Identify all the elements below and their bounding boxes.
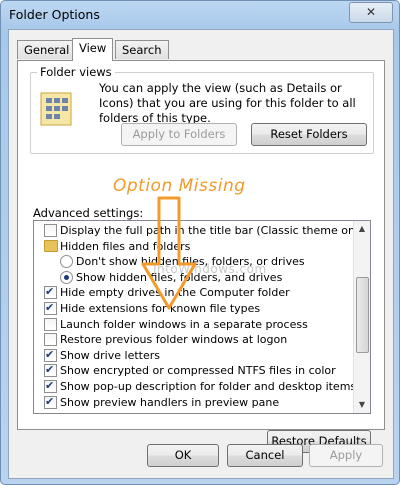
folder-views-description: You can apply the view (such as Details … <box>99 81 356 125</box>
advanced-settings-list[interactable]: Display the full path in the title bar (… <box>33 220 371 414</box>
checkbox[interactable] <box>44 347 57 362</box>
advanced-setting-label: Show drive letters <box>60 348 160 362</box>
checkbox[interactable] <box>44 317 57 331</box>
folder-views-icon <box>40 92 72 126</box>
checkbox[interactable] <box>44 362 57 378</box>
tab-search[interactable]: Search <box>115 40 169 59</box>
down-arrow-annotation <box>141 196 197 310</box>
folder-views-group: Folder views You can apply the view (suc… <box>30 65 374 154</box>
radio-button[interactable] <box>60 255 73 269</box>
window-title: Folder Options <box>9 7 100 22</box>
folder-views-label: Folder views <box>37 65 115 79</box>
radio-button[interactable] <box>60 270 73 284</box>
dialog-client: General View Search Folder views You can… <box>8 29 394 479</box>
ok-button[interactable]: OK <box>147 444 219 467</box>
checkbox[interactable] <box>44 378 57 393</box>
option-missing-annotation: Option Missing <box>113 176 246 196</box>
apply-button[interactable]: Apply <box>309 444 383 467</box>
folder-icon <box>44 239 58 252</box>
advanced-setting-label: Show encrypted or compressed NTFS files … <box>60 364 336 378</box>
scroll-down-arrow[interactable]: ▼ <box>356 399 368 411</box>
advanced-setting-label: Launch folder windows in a separate proc… <box>60 317 308 331</box>
checkbox[interactable] <box>44 333 57 347</box>
scroll-up-arrow[interactable]: ▲ <box>356 223 368 235</box>
advanced-settings-label: Advanced settings: <box>33 206 144 220</box>
vertical-scrollbar[interactable]: ▲ ▼ <box>353 221 370 413</box>
reset-folders-button[interactable]: Reset Folders <box>251 123 367 146</box>
checkbox[interactable] <box>44 394 57 409</box>
scroll-thumb[interactable] <box>356 277 369 353</box>
close-button[interactable]: ✕ <box>349 2 393 23</box>
advanced-setting-label: Display the full path in the title bar (… <box>60 224 369 237</box>
checkbox[interactable] <box>44 284 57 300</box>
checkbox[interactable] <box>44 224 57 237</box>
advanced-setting-label: Restore previous folder windows at logon <box>60 333 288 347</box>
checkbox[interactable] <box>44 300 57 315</box>
cancel-button[interactable]: Cancel <box>227 444 303 467</box>
tab-general[interactable]: General <box>17 40 77 59</box>
advanced-setting-label: Show pop-up description for folder and d… <box>60 380 357 393</box>
apply-to-folders-button[interactable]: Apply to Folders <box>121 123 237 146</box>
folder-options-window: Folder Options ✕ General View Search Fol… <box>0 0 400 485</box>
advanced-setting-label: Show preview handlers in preview pane <box>60 395 280 409</box>
tab-view[interactable]: View <box>72 38 114 61</box>
